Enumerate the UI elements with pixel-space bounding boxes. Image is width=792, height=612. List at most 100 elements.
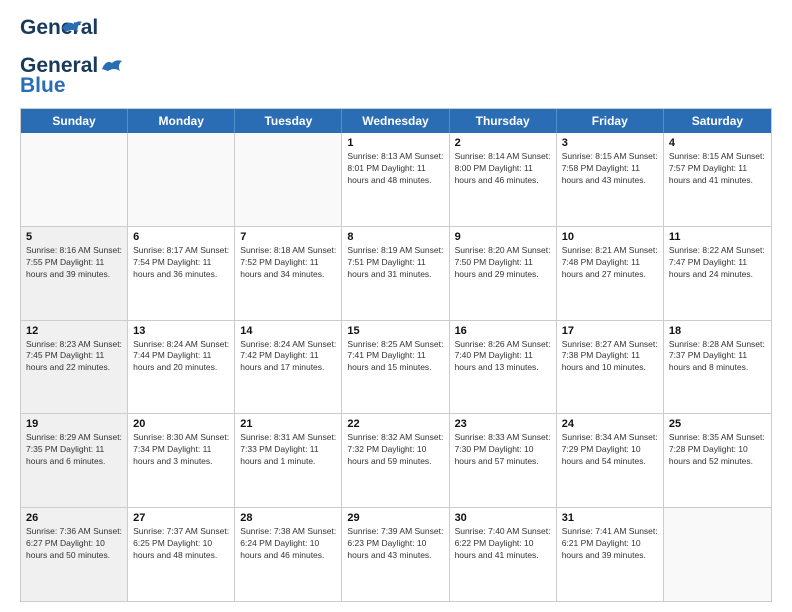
cell-date-number: 8 [347,231,443,243]
cell-info: Sunrise: 8:26 AM Sunset: 7:40 PM Dayligh… [455,339,551,375]
cell-date-number: 24 [562,418,658,430]
calendar: SundayMondayTuesdayWednesdayThursdayFrid… [20,108,772,602]
cell-date-number: 23 [455,418,551,430]
calendar-cell: 8 Sunrise: 8:19 AM Sunset: 7:51 PM Daylig… [342,227,449,320]
cell-info: Sunrise: 8:35 AM Sunset: 7:28 PM Dayligh… [669,432,766,468]
cell-info: Sunrise: 8:31 AM Sunset: 7:33 PM Dayligh… [240,432,336,468]
cell-date-number: 4 [669,137,766,149]
cell-date-number: 15 [347,325,443,337]
calendar-cell: 20 Sunrise: 8:30 AM Sunset: 7:34 PM Dayli… [128,414,235,507]
cell-info: Sunrise: 7:36 AM Sunset: 6:27 PM Dayligh… [26,526,122,562]
calendar-cell: 16 Sunrise: 8:26 AM Sunset: 7:40 PM Dayli… [450,321,557,414]
calendar-cell: 31 Sunrise: 7:41 AM Sunset: 6:21 PM Dayli… [557,508,664,601]
cell-date-number: 17 [562,325,658,337]
cell-date-number: 16 [455,325,551,337]
cell-info: Sunrise: 8:20 AM Sunset: 7:50 PM Dayligh… [455,245,551,281]
calendar-header: SundayMondayTuesdayWednesdayThursdayFrid… [21,109,771,133]
cell-info: Sunrise: 8:23 AM Sunset: 7:45 PM Dayligh… [26,339,122,375]
cell-date-number: 29 [347,512,443,524]
cell-date-number: 25 [669,418,766,430]
cell-info: Sunrise: 8:24 AM Sunset: 7:44 PM Dayligh… [133,339,229,375]
calendar-cell: 30 Sunrise: 7:40 AM Sunset: 6:22 PM Dayli… [450,508,557,601]
weekday-header-tuesday: Tuesday [235,109,342,133]
calendar-cell: 5Sunrise: 8:16 AM Sunset: 7:55 PM Daylig… [21,227,128,320]
weekday-header-wednesday: Wednesday [342,109,449,133]
calendar-cell: 27 Sunrise: 7:37 AM Sunset: 6:25 PM Dayli… [128,508,235,601]
calendar-cell: 12Sunrise: 8:23 AM Sunset: 7:45 PM Dayli… [21,321,128,414]
cell-date-number: 7 [240,231,336,243]
cell-date-number: 14 [240,325,336,337]
cell-info: Sunrise: 8:17 AM Sunset: 7:54 PM Dayligh… [133,245,229,281]
cell-date-number: 6 [133,231,229,243]
calendar-row: 26 Sunrise: 7:36 AM Sunset: 6:27 PM Dayli… [21,508,771,601]
calendar-cell: 6 Sunrise: 8:17 AM Sunset: 7:54 PM Daylig… [128,227,235,320]
cell-date-number: 3 [562,137,658,149]
calendar-cell: 13 Sunrise: 8:24 AM Sunset: 7:44 PM Dayli… [128,321,235,414]
calendar-cell: 17 Sunrise: 8:27 AM Sunset: 7:38 PM Dayli… [557,321,664,414]
calendar-row: 1 Sunrise: 8:13 AM Sunset: 8:01 PM Daylig… [21,133,771,227]
cell-date-number: 1 [347,137,443,149]
calendar-cell: 18Sunrise: 8:28 AM Sunset: 7:37 PM Dayli… [664,321,771,414]
calendar-cell: 22 Sunrise: 8:32 AM Sunset: 7:32 PM Dayli… [342,414,449,507]
calendar-cell [664,508,771,601]
calendar-cell: 2Sunrise: 8:14 AM Sunset: 8:00 PM Daylig… [450,133,557,226]
cell-date-number: 10 [562,231,658,243]
weekday-header-sunday: Sunday [21,109,128,133]
calendar-cell: 23Sunrise: 8:33 AM Sunset: 7:30 PM Dayli… [450,414,557,507]
cell-date-number: 18 [669,325,766,337]
logo-line2: Blue [20,74,66,98]
calendar-row: 19 Sunrise: 8:29 AM Sunset: 7:35 PM Dayli… [21,414,771,508]
cell-info: Sunrise: 7:37 AM Sunset: 6:25 PM Dayligh… [133,526,229,562]
cell-date-number: 30 [455,512,551,524]
cell-info: Sunrise: 8:34 AM Sunset: 7:29 PM Dayligh… [562,432,658,468]
cell-info: Sunrise: 7:39 AM Sunset: 6:23 PM Dayligh… [347,526,443,562]
calendar-cell: 26 Sunrise: 7:36 AM Sunset: 6:27 PM Dayli… [21,508,128,601]
cell-date-number: 11 [669,231,766,243]
calendar-cell: 9 Sunrise: 8:20 AM Sunset: 7:50 PM Daylig… [450,227,557,320]
cell-date-number: 21 [240,418,336,430]
cell-date-number: 9 [455,231,551,243]
calendar-cell: 24 Sunrise: 8:34 AM Sunset: 7:29 PM Dayli… [557,414,664,507]
cell-info: Sunrise: 8:27 AM Sunset: 7:38 PM Dayligh… [562,339,658,375]
calendar-cell: 21 Sunrise: 8:31 AM Sunset: 7:33 PM Dayli… [235,414,342,507]
calendar-cell: 7 Sunrise: 8:18 AM Sunset: 7:52 PM Daylig… [235,227,342,320]
calendar-cell: 11Sunrise: 8:22 AM Sunset: 7:47 PM Dayli… [664,227,771,320]
cell-info: Sunrise: 8:29 AM Sunset: 7:35 PM Dayligh… [26,432,122,468]
page-header: General General Blue [20,16,772,98]
cell-info: Sunrise: 8:21 AM Sunset: 7:48 PM Dayligh… [562,245,658,281]
cell-date-number: 20 [133,418,229,430]
calendar-cell: 15 Sunrise: 8:25 AM Sunset: 7:41 PM Dayli… [342,321,449,414]
calendar-row: 5Sunrise: 8:16 AM Sunset: 7:55 PM Daylig… [21,227,771,321]
calendar-body: 1 Sunrise: 8:13 AM Sunset: 8:01 PM Daylig… [21,133,771,601]
cell-date-number: 19 [26,418,122,430]
cell-info: Sunrise: 7:41 AM Sunset: 6:21 PM Dayligh… [562,526,658,562]
logo: General General Blue [20,16,124,98]
cell-info: Sunrise: 8:15 AM Sunset: 7:58 PM Dayligh… [562,151,658,187]
cell-date-number: 31 [562,512,658,524]
cell-info: Sunrise: 8:24 AM Sunset: 7:42 PM Dayligh… [240,339,336,375]
calendar-cell [235,133,342,226]
cell-date-number: 22 [347,418,443,430]
logo-wave-icon [100,55,124,73]
calendar-cell: 4 Sunrise: 8:15 AM Sunset: 7:57 PM Daylig… [664,133,771,226]
calendar-cell [21,133,128,226]
cell-date-number: 26 [26,512,122,524]
cell-date-number: 27 [133,512,229,524]
cell-info: Sunrise: 8:32 AM Sunset: 7:32 PM Dayligh… [347,432,443,468]
calendar-cell: 19 Sunrise: 8:29 AM Sunset: 7:35 PM Dayli… [21,414,128,507]
cell-info: Sunrise: 8:16 AM Sunset: 7:55 PM Dayligh… [26,245,122,281]
cell-info: Sunrise: 8:13 AM Sunset: 8:01 PM Dayligh… [347,151,443,187]
cell-info: Sunrise: 8:25 AM Sunset: 7:41 PM Dayligh… [347,339,443,375]
cell-info: Sunrise: 7:40 AM Sunset: 6:22 PM Dayligh… [455,526,551,562]
calendar-cell: 3 Sunrise: 8:15 AM Sunset: 7:58 PM Daylig… [557,133,664,226]
cell-date-number: 13 [133,325,229,337]
cell-info: Sunrise: 8:19 AM Sunset: 7:51 PM Dayligh… [347,245,443,281]
cell-info: Sunrise: 8:15 AM Sunset: 7:57 PM Dayligh… [669,151,766,187]
calendar-cell: 25 Sunrise: 8:35 AM Sunset: 7:28 PM Dayli… [664,414,771,507]
cell-info: Sunrise: 8:30 AM Sunset: 7:34 PM Dayligh… [133,432,229,468]
weekday-header-saturday: Saturday [664,109,771,133]
logo-bird-icon [60,18,82,36]
cell-date-number: 28 [240,512,336,524]
cell-date-number: 2 [455,137,551,149]
cell-info: Sunrise: 8:18 AM Sunset: 7:52 PM Dayligh… [240,245,336,281]
